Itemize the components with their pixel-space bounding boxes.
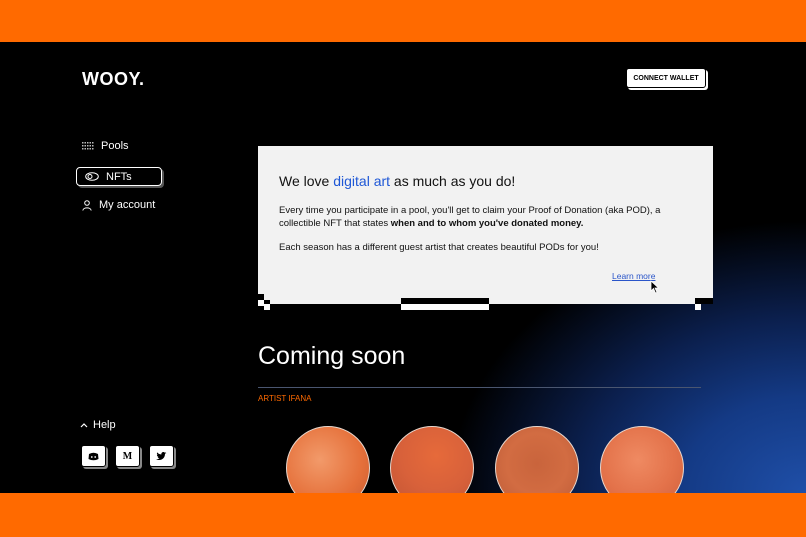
discord-icon: [88, 452, 99, 460]
app-window: WOOY. CONNECT WALLET Pools NFTs My accou…: [0, 42, 806, 493]
sidebar-item-pools[interactable]: Pools: [82, 140, 129, 152]
discord-button[interactable]: [81, 445, 106, 467]
medium-icon: M: [122, 450, 133, 462]
nft-preview[interactable]: [600, 426, 684, 493]
nft-preview[interactable]: [286, 426, 370, 493]
logo: WOOY.: [82, 69, 145, 89]
twitter-button[interactable]: [149, 445, 174, 467]
grid-icon: [82, 142, 94, 150]
help-label: Help: [93, 419, 116, 431]
nft-preview[interactable]: [390, 426, 474, 493]
coming-soon-heading: Coming soon: [258, 342, 406, 370]
chevron-up-icon: [80, 423, 88, 428]
artist-label: ARTIST IFANA: [258, 394, 312, 403]
cursor-icon: [650, 280, 660, 294]
nft-info-card: We love digital art as much as you do! E…: [258, 146, 713, 304]
sidebar-item-nfts[interactable]: NFTs: [76, 167, 162, 186]
nft-preview[interactable]: [495, 426, 579, 493]
medium-button[interactable]: M: [115, 445, 140, 467]
sidebar-item-label: NFTs: [106, 170, 132, 183]
help-toggle[interactable]: Help: [80, 419, 116, 431]
pixel-decoration: [264, 304, 270, 310]
coins-icon: [85, 172, 99, 181]
learn-more-link[interactable]: Learn more: [612, 271, 655, 281]
title-highlight: digital art: [333, 173, 391, 189]
pixel-decoration: [695, 304, 701, 310]
sidebar-item-my-account[interactable]: My account: [82, 199, 155, 211]
divider: [258, 387, 701, 388]
card-paragraph-pod: Every time you participate in a pool, yo…: [279, 205, 661, 229]
connect-wallet-button[interactable]: CONNECT WALLET: [626, 68, 706, 88]
card-title: We love digital art as much as you do!: [279, 173, 516, 189]
sidebar-item-label: Pools: [101, 140, 129, 152]
twitter-icon: [156, 451, 167, 460]
sidebar-item-label: My account: [99, 199, 156, 211]
user-icon: [82, 199, 92, 211]
card-paragraph-season: Each season has a different guest artist…: [279, 242, 599, 253]
pixel-decoration: [401, 304, 489, 310]
